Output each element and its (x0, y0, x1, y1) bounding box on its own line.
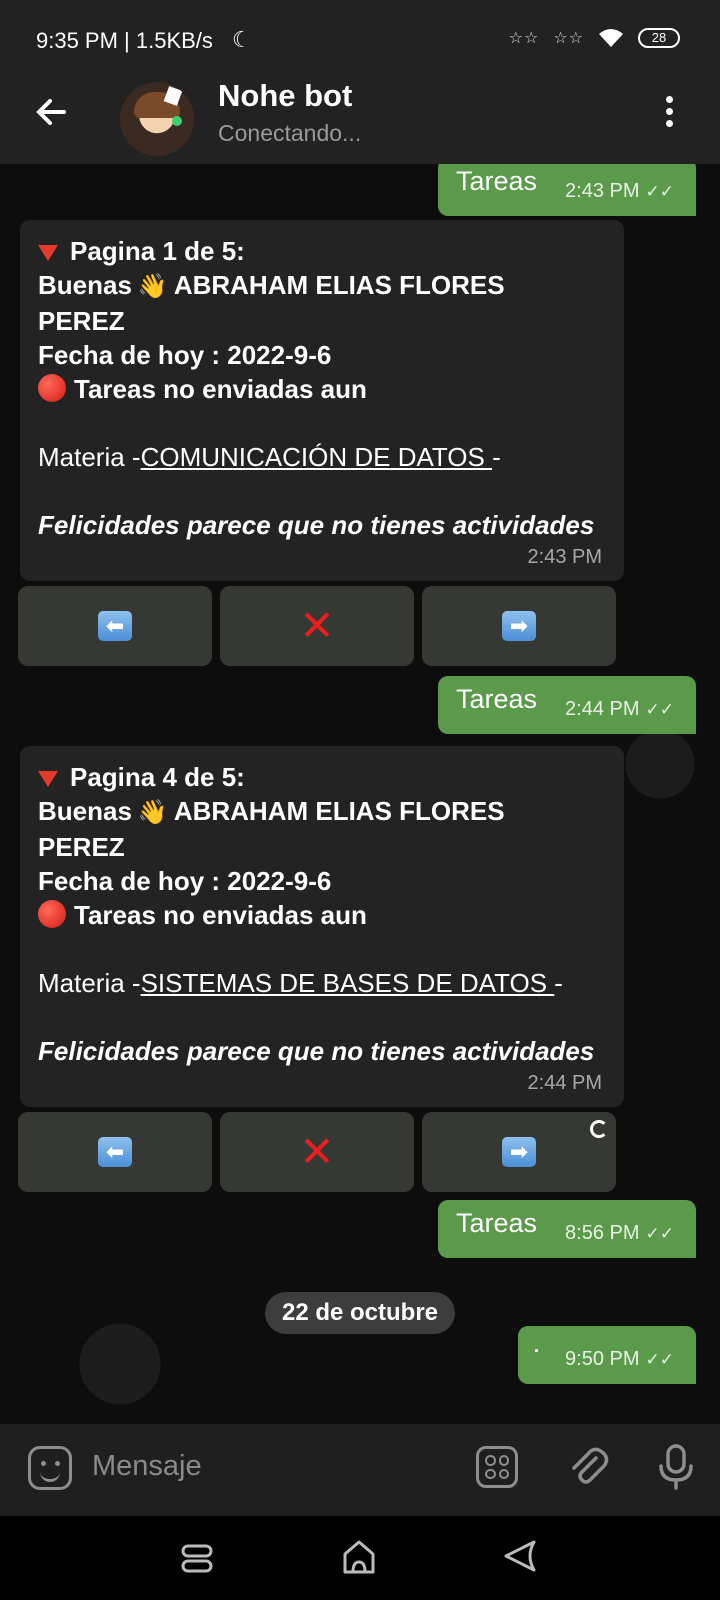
signal-icon-2: ☆☆ (553, 30, 584, 47)
status-icons: ☆☆ ☆☆ 28 (509, 28, 680, 48)
greeting-line-2: PEREZ (38, 832, 125, 862)
next-page-button[interactable]: ➡ (422, 586, 616, 666)
closing-line: Felicidades parece que no tienes activid… (38, 1036, 595, 1066)
message-time: 2:44 PM (527, 1072, 602, 1094)
message-text: Tareas (456, 166, 538, 196)
materia-name: COMUNICACIÓN DE DATOS (140, 442, 493, 472)
signal-icon: ☆☆ (508, 30, 540, 47)
back-icon[interactable] (500, 1536, 540, 1576)
chat-title[interactable]: Nohe bot (218, 78, 352, 114)
more-menu-icon[interactable] (666, 96, 674, 128)
read-ticks-icon: ✓✓ (645, 1224, 675, 1243)
avatar-headset (172, 116, 182, 126)
date-line: Fecha de hoy : 2022-9-6 (38, 866, 332, 896)
incoming-message[interactable]: Pagina 4 de 5: Buenas 👋 ABRAHAM ELIAS FLOR… (20, 746, 624, 1107)
message-input[interactable]: Mensaje (92, 1450, 202, 1483)
inline-keyboard: ⬅ ✕ ➡ (18, 586, 616, 666)
left-arrow-icon: ⬅ (98, 1137, 132, 1167)
outgoing-message[interactable]: Tareas 2:44 PM ✓✓ (438, 676, 696, 734)
read-ticks-icon: ✓✓ (645, 1350, 675, 1369)
inline-keyboard: ⬅ ✕ ➡ (18, 1112, 616, 1192)
wifi-icon (599, 29, 623, 47)
microphone-icon[interactable] (654, 1442, 698, 1492)
chat-header: Nohe bot Conectando... (0, 78, 720, 164)
outgoing-message[interactable]: Tareas 2:43 PM ✓✓ (438, 164, 696, 216)
red-circle-icon (38, 900, 66, 928)
message-text: · (532, 1334, 541, 1364)
materia-line: Materia -SISTEMAS DE BASES DE DATOS - (38, 968, 563, 998)
greeting-line: Buenas 👋 ABRAHAM ELIAS FLORES (38, 268, 606, 304)
red-circle-icon (38, 374, 66, 402)
status-bar: 9:35 PM | 1.5KB/s ☾ ☆☆ ☆☆ 28 (0, 0, 720, 82)
system-navigation-bar (0, 1516, 720, 1600)
left-arrow-icon: ⬅ (98, 611, 132, 641)
outgoing-message[interactable]: · 9:50 PM ✓✓ (518, 1326, 696, 1384)
page-line: Pagina 4 de 5: (38, 760, 606, 794)
message-time: 2:44 PM ✓✓ (565, 698, 675, 720)
red-triangle-icon (38, 245, 58, 262)
waving-hand-icon: 👋 (137, 799, 168, 826)
close-button[interactable]: ✕ (220, 1112, 414, 1192)
message-time: 2:43 PM (527, 546, 602, 568)
date-separator: 22 de octubre (265, 1292, 455, 1334)
next-page-button[interactable]: ➡ (422, 1112, 616, 1192)
message-list[interactable]: Tareas 2:43 PM ✓✓ Pagina 1 de 5: Buenas 👋 A… (0, 164, 720, 1424)
read-ticks-icon: ✓✓ (645, 182, 675, 201)
home-icon[interactable] (340, 1538, 378, 1576)
waving-hand-icon: 👋 (137, 273, 168, 300)
message-text: Tareas (456, 1208, 538, 1238)
moon-icon: ☾ (232, 27, 252, 52)
materia-line: Materia -COMUNICACIÓN DE DATOS - (38, 442, 501, 472)
prev-page-button[interactable]: ⬅ (18, 1112, 212, 1192)
back-arrow-icon[interactable] (30, 90, 74, 134)
emoji-icon[interactable] (28, 1446, 72, 1490)
message-time: 8:56 PM ✓✓ (565, 1222, 675, 1244)
battery-icon: 28 (638, 28, 680, 48)
red-triangle-icon (38, 771, 58, 788)
incoming-message[interactable]: Pagina 1 de 5: Buenas 👋 ABRAHAM ELIAS FLOR… (20, 220, 624, 581)
recent-apps-icon[interactable] (180, 1541, 214, 1575)
loading-spinner-icon (590, 1120, 608, 1138)
closing-line: Felicidades parece que no tienes activid… (38, 510, 595, 540)
page-line: Pagina 1 de 5: (38, 234, 606, 268)
message-time: 9:50 PM ✓✓ (565, 1348, 675, 1370)
attach-icon[interactable] (566, 1444, 610, 1488)
message-time: 2:43 PM ✓✓ (565, 180, 675, 202)
bot-commands-icon[interactable] (476, 1446, 518, 1488)
status-time: 9:35 PM | 1.5KB/s (36, 28, 213, 53)
right-arrow-icon: ➡ (502, 611, 536, 641)
message-text: Tareas (456, 684, 538, 714)
status-line: Tareas no enviadas aun (38, 372, 606, 406)
chat-status: Conectando... (218, 120, 362, 146)
date-line: Fecha de hoy : 2022-9-6 (38, 340, 332, 370)
read-ticks-icon: ✓✓ (645, 700, 675, 719)
right-arrow-icon: ➡ (502, 1137, 536, 1167)
close-button[interactable]: ✕ (220, 586, 414, 666)
greeting-line: Buenas 👋 ABRAHAM ELIAS FLORES (38, 794, 606, 830)
cross-icon: ✕ (299, 602, 335, 649)
status-line: Tareas no enviadas aun (38, 898, 606, 932)
message-composer: Mensaje (0, 1424, 720, 1516)
greeting-line-2: PEREZ (38, 306, 125, 336)
avatar[interactable] (120, 82, 194, 156)
cross-icon: ✕ (299, 1128, 335, 1175)
materia-name: SISTEMAS DE BASES DE DATOS (140, 968, 555, 998)
outgoing-message[interactable]: Tareas 8:56 PM ✓✓ (438, 1200, 696, 1258)
prev-page-button[interactable]: ⬅ (18, 586, 212, 666)
